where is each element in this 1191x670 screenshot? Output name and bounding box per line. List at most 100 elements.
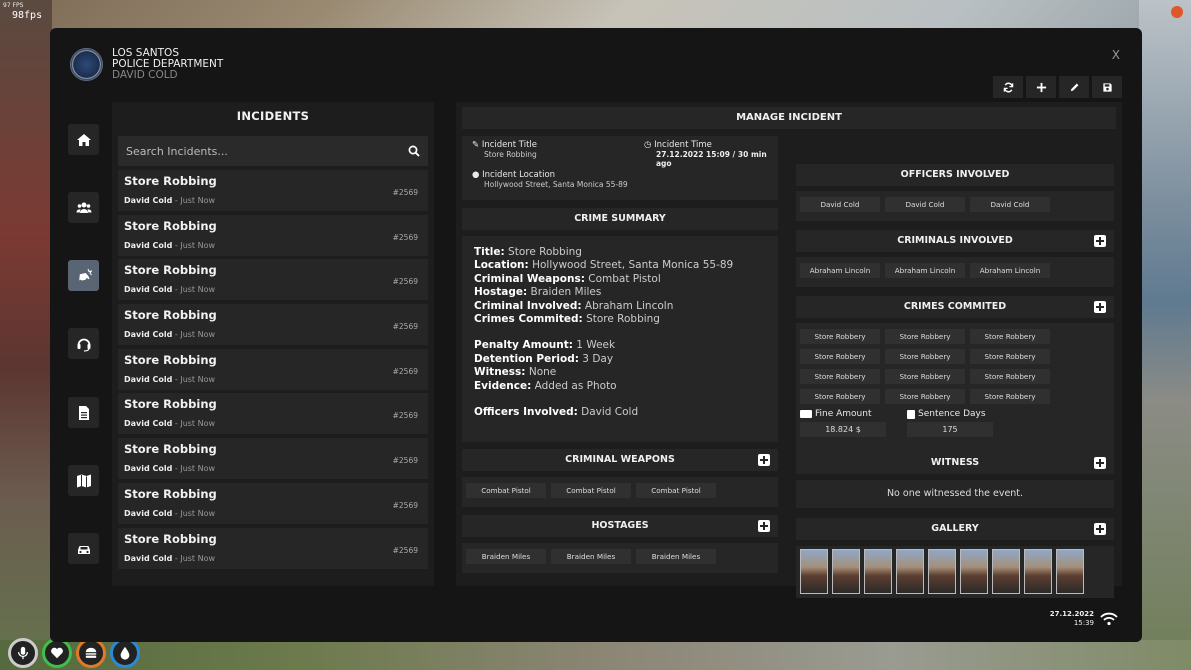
summary-value: Abraham Lincoln — [584, 299, 674, 312]
close-button[interactable]: X — [1112, 48, 1120, 62]
officers-involved-title: OFFICERS INVOLVED — [796, 164, 1114, 186]
criminal-chip[interactable]: Abraham Lincoln — [800, 263, 880, 278]
crime-chip[interactable]: Store Robbery — [885, 349, 965, 364]
gallery-photo[interactable] — [1024, 549, 1052, 594]
criminal-chip[interactable]: Abraham Lincoln — [970, 263, 1050, 278]
incident-title-field[interactable]: ✎ Incident Title Store Robbing — [472, 140, 537, 159]
crime-chip[interactable]: Store Robbery — [970, 389, 1050, 404]
gallery-card — [796, 546, 1114, 598]
criminals-involved-header: CRIMINALS INVOLVED — [796, 230, 1114, 252]
summary-key: Evidence: — [474, 379, 532, 392]
gallery-photo[interactable] — [864, 549, 892, 594]
sidebar-item-vehicles[interactable] — [68, 533, 99, 564]
incident-list-item[interactable]: Store Robbing David Cold - Just Now #256… — [118, 259, 428, 301]
manage-incident-panel: MANAGE INCIDENT ✎ Incident Title Store R… — [456, 102, 1122, 598]
add-button[interactable] — [1026, 76, 1056, 98]
incident-location-label: Incident Location — [482, 170, 556, 180]
sidebar-item-incidents[interactable] — [68, 260, 99, 291]
add-criminal-button[interactable] — [1094, 235, 1106, 247]
hostage-chip[interactable]: Braiden Miles — [466, 549, 546, 564]
crime-summary-text: Title: Store Robbing Location: Hollywood… — [462, 236, 778, 429]
crime-chip[interactable]: Store Robbery — [800, 329, 880, 344]
sidebar-item-dispatch[interactable] — [68, 328, 99, 359]
summary-value: David Cold — [581, 406, 639, 419]
player-hud — [8, 638, 140, 668]
incident-list-item[interactable]: Store Robbing David Cold - Just Now #256… — [118, 438, 428, 480]
add-witness-button[interactable] — [1094, 457, 1106, 469]
game-background-right — [1139, 0, 1191, 670]
fine-amount-input[interactable]: 18.824 $ — [800, 422, 886, 437]
criminal-weapons-header: CRIMINAL WEAPONS — [462, 449, 778, 471]
incident-item-officer: David Cold — [124, 330, 173, 340]
incident-list-item[interactable]: Store Robbing David Cold - Just Now #256… — [118, 214, 428, 256]
add-weapon-button[interactable] — [758, 454, 770, 466]
headset-icon — [77, 338, 90, 352]
sidebar-item-reports[interactable] — [68, 397, 99, 428]
incident-time-label: Incident Time — [654, 140, 712, 150]
sidebar-item-people[interactable] — [68, 192, 99, 223]
incident-item-meta: David Cold - Just Now — [124, 196, 216, 205]
crime-chip[interactable]: Store Robbery — [800, 369, 880, 384]
incidents-panel: INCIDENTS Store Robbing David Cold - Jus… — [112, 102, 434, 586]
add-hostage-button[interactable] — [758, 520, 770, 532]
crime-chip[interactable]: Store Robbery — [800, 389, 880, 404]
weapon-chip[interactable]: Combat Pistol — [466, 483, 546, 498]
gallery-photo[interactable] — [960, 549, 988, 594]
incident-item-id: #2569 — [392, 322, 418, 332]
officer-chip[interactable]: David Cold — [885, 197, 965, 212]
document-icon — [78, 405, 89, 420]
summary-key: Penalty Amount: — [474, 339, 573, 352]
sidebar-item-map[interactable] — [68, 465, 99, 496]
crime-chip[interactable]: Store Robbery — [970, 329, 1050, 344]
save-button[interactable] — [1092, 76, 1122, 98]
gallery-photo[interactable] — [832, 549, 860, 594]
hostages-header: HOSTAGES — [462, 515, 778, 537]
crime-chip[interactable]: Store Robbery — [970, 369, 1050, 384]
wifi-icon — [1100, 612, 1118, 626]
incident-item-id: #2569 — [392, 232, 418, 242]
crime-chip[interactable]: Store Robbery — [800, 349, 880, 364]
incident-list-item[interactable]: Store Robbing David Cold - Just Now #256… — [118, 304, 428, 346]
edit-button[interactable] — [1059, 76, 1089, 98]
incident-list-item[interactable]: Store Robbing David Cold - Just Now #256… — [118, 482, 428, 524]
officer-chip[interactable]: David Cold — [970, 197, 1050, 212]
weapon-chip[interactable]: Combat Pistol — [636, 483, 716, 498]
weapon-chip[interactable]: Combat Pistol — [551, 483, 631, 498]
incident-item-officer: David Cold — [124, 374, 173, 384]
gallery-photo[interactable] — [992, 549, 1020, 594]
incident-list-item[interactable]: Store Robbing David Cold - Just Now #256… — [118, 348, 428, 390]
summary-value: Braiden Miles — [530, 286, 602, 299]
crime-chip[interactable]: Store Robbery — [885, 369, 965, 384]
summary-key: Location: — [474, 259, 529, 272]
incident-item-time: Just Now — [180, 553, 216, 563]
incident-location-value: Hollywood Street, Santa Monica 55-89 — [484, 180, 628, 189]
incident-list-item[interactable]: Store Robbing David Cold - Just Now #256… — [118, 393, 428, 435]
incident-location-field[interactable]: ● Incident Location Hollywood Street, Sa… — [472, 170, 628, 189]
sentence-days-input[interactable]: 175 — [907, 422, 993, 437]
crime-chip[interactable]: Store Robbery — [970, 349, 1050, 364]
incident-item-title: Store Robbing — [124, 531, 217, 546]
home-icon — [76, 133, 91, 146]
plus-icon — [1036, 82, 1046, 92]
incident-list-item[interactable]: Store Robbing David Cold - Just Now #256… — [118, 170, 428, 211]
add-photo-button[interactable] — [1094, 523, 1106, 535]
toolbar — [993, 76, 1122, 98]
search-input[interactable] — [126, 144, 408, 158]
add-crime-button[interactable] — [1094, 301, 1106, 313]
incident-item-meta: David Cold - Just Now — [124, 553, 216, 563]
sidebar-item-home[interactable] — [68, 124, 99, 155]
gallery-photo[interactable] — [896, 549, 924, 594]
hostage-chip[interactable]: Braiden Miles — [636, 549, 716, 564]
gallery-photo[interactable] — [928, 549, 956, 594]
refresh-button[interactable] — [993, 76, 1023, 98]
crime-chip[interactable]: Store Robbery — [885, 389, 965, 404]
gallery-photo[interactable] — [800, 549, 828, 594]
hostage-chip[interactable]: Braiden Miles — [551, 549, 631, 564]
search-icon[interactable] — [408, 145, 420, 157]
crime-chip[interactable]: Store Robbery — [885, 329, 965, 344]
officer-chip[interactable]: David Cold — [800, 197, 880, 212]
criminal-chip[interactable]: Abraham Lincoln — [885, 263, 965, 278]
gallery-photo[interactable] — [1056, 549, 1084, 594]
crime-summary-title: CRIME SUMMARY — [462, 208, 778, 230]
incident-list-item[interactable]: Store Robbing David Cold - Just Now #256… — [118, 527, 428, 569]
